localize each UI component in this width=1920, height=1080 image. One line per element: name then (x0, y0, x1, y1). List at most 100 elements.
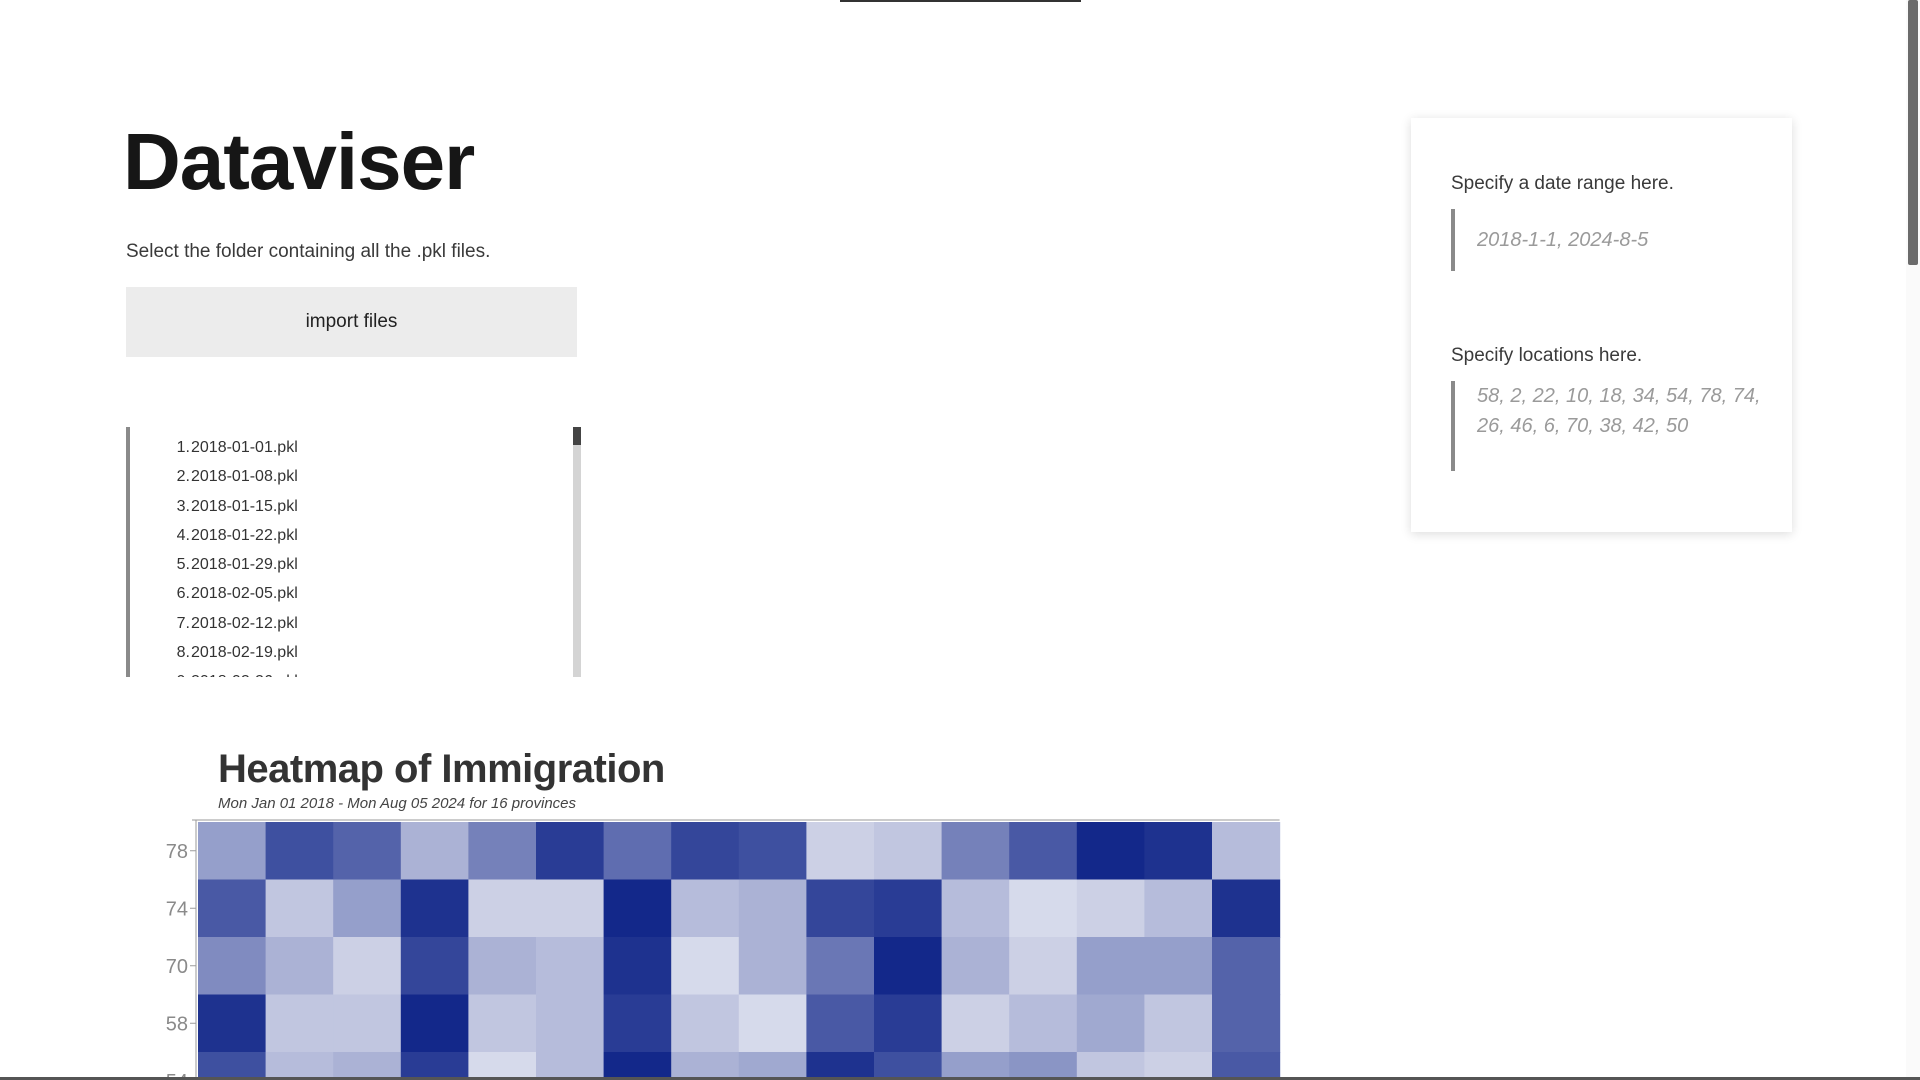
heatmap-cell[interactable] (536, 822, 605, 881)
heatmap-cell[interactable] (265, 879, 334, 938)
date-range-input[interactable] (1451, 209, 1767, 271)
file-list-scroll-thumb[interactable] (573, 427, 581, 445)
heatmap-cell[interactable] (1212, 937, 1281, 996)
heatmap-cell[interactable] (1144, 879, 1213, 938)
heatmap-cell[interactable] (1076, 1052, 1145, 1080)
heatmap-cell[interactable] (738, 822, 807, 881)
heatmap-cell[interactable] (1144, 937, 1213, 996)
file-list-item[interactable]: 9.2018-02-26.pkl (130, 667, 581, 677)
heatmap-cell[interactable] (536, 994, 605, 1053)
file-list-item[interactable]: 5.2018-01-29.pkl (130, 550, 581, 579)
heatmap-cell[interactable] (400, 879, 469, 938)
heatmap-cell[interactable] (941, 822, 1010, 881)
locations-input[interactable] (1451, 381, 1767, 471)
heatmap-cell[interactable] (738, 879, 807, 938)
heatmap-cell[interactable] (738, 1052, 807, 1080)
heatmap-cell[interactable] (671, 1052, 740, 1080)
heatmap-cell[interactable] (468, 937, 537, 996)
heatmap-cell[interactable] (468, 822, 537, 881)
heatmap-cell[interactable] (1212, 822, 1281, 881)
heatmap-cell[interactable] (468, 994, 537, 1053)
heatmap-cell[interactable] (198, 879, 267, 938)
heatmap-cell[interactable] (603, 994, 672, 1053)
heatmap-cell[interactable] (806, 1052, 875, 1080)
heatmap-cell[interactable] (1212, 879, 1281, 938)
heatmap-cell[interactable] (1212, 994, 1281, 1053)
heatmap-cell[interactable] (265, 1052, 334, 1080)
heatmap-cell[interactable] (1212, 1052, 1281, 1080)
heatmap-cell[interactable] (874, 1052, 943, 1080)
heatmap-cell[interactable] (1144, 822, 1213, 881)
heatmap-cell[interactable] (603, 937, 672, 996)
heatmap-cell[interactable] (198, 1052, 267, 1080)
heatmap-cell[interactable] (1009, 822, 1078, 881)
heatmap-cell[interactable] (671, 994, 740, 1053)
heatmap-cell[interactable] (536, 937, 605, 996)
heatmap-cell[interactable] (874, 937, 943, 996)
heatmap-cell[interactable] (1076, 879, 1145, 938)
heatmap-cell[interactable] (603, 822, 672, 881)
heatmap-cell[interactable] (333, 937, 402, 996)
heatmap-cell[interactable] (671, 822, 740, 881)
heatmap-cell[interactable] (265, 994, 334, 1053)
file-list[interactable]: 1.2018-01-01.pkl 2.2018-01-08.pkl 3.2018-0… (126, 427, 581, 677)
heatmap-cell[interactable] (1009, 994, 1078, 1053)
heatmap-cell[interactable] (1009, 879, 1078, 938)
heatmap-cell[interactable] (806, 994, 875, 1053)
heatmap-cell[interactable] (265, 822, 334, 881)
import-files-button[interactable]: import files (126, 287, 577, 357)
heatmap-cell[interactable] (806, 879, 875, 938)
heatmap-cell[interactable] (806, 937, 875, 996)
heatmap-cell[interactable] (536, 1052, 605, 1080)
heatmap-cell[interactable] (400, 1052, 469, 1080)
heatmap-cell[interactable] (333, 994, 402, 1053)
file-list-item[interactable]: 2.2018-01-08.pkl (130, 462, 581, 491)
heatmap-cell[interactable] (468, 879, 537, 938)
heatmap-cell[interactable] (333, 1052, 402, 1080)
heatmap-cell[interactable] (1009, 937, 1078, 996)
file-number: 2. (176, 468, 190, 486)
page-scroll-thumb[interactable] (1908, 0, 1918, 265)
heatmap-cell[interactable] (400, 937, 469, 996)
heatmap-cell[interactable] (941, 937, 1010, 996)
heatmap-cell[interactable] (941, 1052, 1010, 1080)
heatmap-cell[interactable] (400, 822, 469, 881)
heatmap-cell[interactable] (333, 879, 402, 938)
heatmap-cell[interactable] (874, 994, 943, 1053)
heatmap-cell[interactable] (400, 994, 469, 1053)
heatmap-cell[interactable] (265, 937, 334, 996)
file-list-item[interactable]: 8.2018-02-19.pkl (130, 638, 581, 667)
heatmap-cell[interactable] (738, 937, 807, 996)
file-list-item[interactable]: 1.2018-01-01.pkl (130, 433, 581, 462)
heatmap-cell[interactable] (941, 879, 1010, 938)
heatmap-cell[interactable] (671, 879, 740, 938)
file-list-scrollbar[interactable] (573, 427, 581, 677)
page-scrollbar[interactable] (1906, 0, 1920, 1078)
file-list-item[interactable]: 7.2018-02-12.pkl (130, 609, 581, 638)
heatmap-cell[interactable] (333, 822, 402, 881)
heatmap-cell[interactable] (941, 994, 1010, 1053)
heatmap-cell[interactable] (1076, 994, 1145, 1053)
heatmap-cell[interactable] (536, 879, 605, 938)
heatmap-cell[interactable] (1144, 1052, 1213, 1080)
file-list-item[interactable]: 3.2018-01-15.pkl (130, 492, 581, 521)
heatmap-cell[interactable] (874, 879, 943, 938)
heatmap-cell[interactable] (198, 937, 267, 996)
heatmap-cell[interactable] (806, 822, 875, 881)
heatmap-cell[interactable] (603, 1052, 672, 1080)
heatmap-cell[interactable] (1144, 994, 1213, 1053)
heatmap-cell[interactable] (198, 822, 267, 881)
date-range-label: Specify a date range here. (1451, 173, 1674, 194)
file-list-item[interactable]: 4.2018-01-22.pkl (130, 521, 581, 550)
heatmap-cell[interactable] (671, 937, 740, 996)
heatmap-cell[interactable] (1076, 822, 1145, 881)
heatmap-cell[interactable] (738, 994, 807, 1053)
heatmap-cell[interactable] (1076, 937, 1145, 996)
heatmap-cell[interactable] (603, 879, 672, 938)
heatmap-cell[interactable] (874, 822, 943, 881)
heatmap-cell[interactable] (468, 1052, 537, 1080)
heatmap-cell[interactable] (198, 994, 267, 1053)
heatmap-cell[interactable] (1009, 1052, 1078, 1080)
file-number: 7. (176, 614, 190, 632)
file-list-item[interactable]: 6.2018-02-05.pkl (130, 579, 581, 608)
